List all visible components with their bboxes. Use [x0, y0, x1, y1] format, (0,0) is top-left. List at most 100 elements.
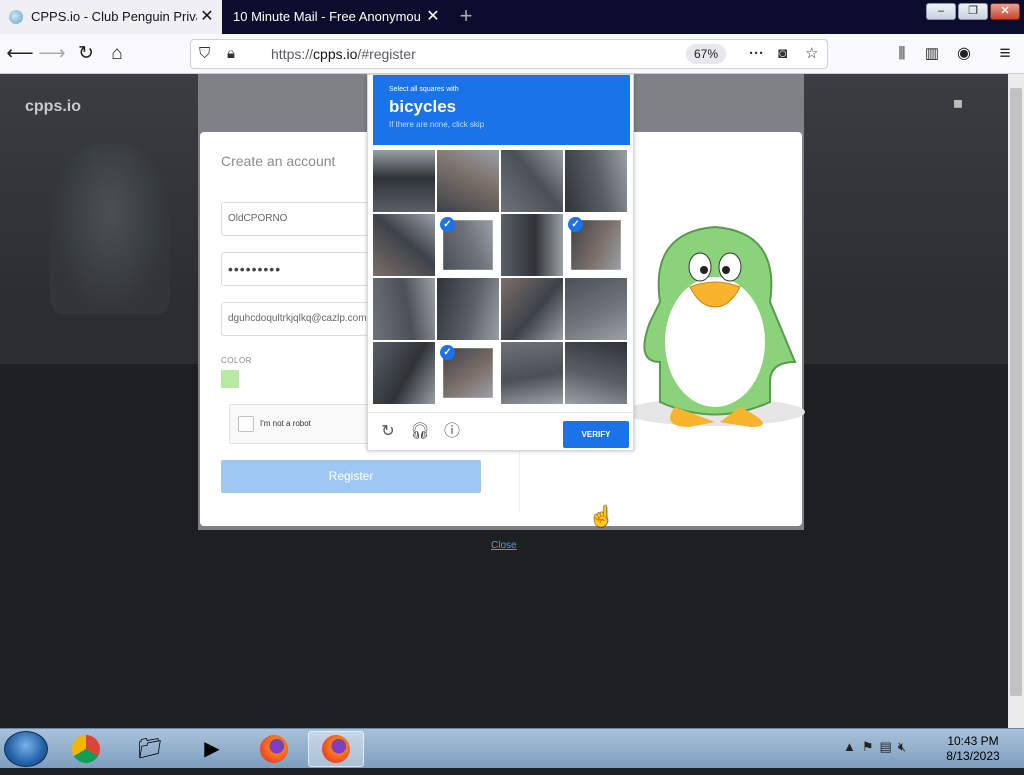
- site-logo[interactable]: cpps.io: [25, 98, 81, 116]
- captcha-tile-image: [437, 150, 499, 212]
- discord-icon[interactable]: ◼: [953, 96, 963, 110]
- volume-muted-icon[interactable]: 🔇︎: [898, 739, 912, 754]
- password-field[interactable]: •••••••••: [221, 252, 371, 286]
- captcha-tile[interactable]: [373, 278, 435, 340]
- captcha-tile[interactable]: [437, 278, 499, 340]
- scrollbar-thumb[interactable]: [1010, 88, 1022, 696]
- audio-icon[interactable]: 🎧︎: [409, 421, 431, 443]
- home-icon[interactable]: ⌂: [103, 40, 131, 68]
- forward-icon[interactable]: ⟶: [38, 40, 66, 68]
- reload-icon[interactable]: ↻: [72, 40, 100, 68]
- zoom-level-badge[interactable]: 67%: [686, 44, 726, 64]
- checkmark-icon: ✓: [440, 345, 455, 360]
- captcha-tile[interactable]: [501, 278, 563, 340]
- username-field[interactable]: OldCPORNO: [221, 202, 371, 236]
- cpps-favicon-icon: [9, 10, 23, 24]
- register-title: Create an account: [221, 153, 336, 169]
- bookmark-star-icon[interactable]: ☆: [805, 40, 818, 68]
- page-scrollbar[interactable]: [1008, 74, 1024, 728]
- close-window-button[interactable]: ✕: [990, 3, 1020, 20]
- url-text: https://cpps.io/#register: [271, 46, 416, 62]
- captcha-tile-image: [501, 214, 563, 276]
- sidebar-icon[interactable]: ▥: [918, 40, 946, 68]
- tab-title: 10 Minute Mail - Free Anonymous: [233, 9, 421, 24]
- captcha-tile-image: [565, 342, 627, 404]
- captcha-tile-image: [373, 214, 435, 276]
- captcha-instruction: Select all squares with: [389, 86, 459, 93]
- recaptcha-checkbox[interactable]: [238, 416, 254, 432]
- back-icon[interactable]: ⟵: [6, 40, 34, 68]
- action-center-icon[interactable]: ⚑: [862, 739, 880, 754]
- captcha-tile[interactable]: [565, 150, 627, 212]
- captcha-tile[interactable]: [565, 342, 627, 404]
- url-bar[interactable]: ⛉ 🔒︎ https://cpps.io/#register 67% ··· ◙…: [190, 39, 828, 69]
- captcha-tile[interactable]: [373, 342, 435, 404]
- new-tab-icon[interactable]: +: [452, 0, 480, 34]
- captcha-tile[interactable]: [373, 214, 435, 276]
- captcha-grid: ✓ ✓ ✓: [373, 150, 629, 406]
- captcha-tile-image: [437, 278, 499, 340]
- network-icon[interactable]: ▤: [880, 739, 898, 754]
- captcha-tile-image: [373, 150, 435, 212]
- captcha-tile[interactable]: [373, 150, 435, 212]
- tab-close-icon[interactable]: ✕: [424, 0, 442, 34]
- tab-10minutemail[interactable]: 10 Minute Mail - Free Anonymous ✕: [224, 0, 450, 34]
- maximize-button[interactable]: ❐: [958, 3, 988, 20]
- captcha-tile-image: [501, 342, 563, 404]
- media-player-icon[interactable]: ▶: [184, 731, 240, 767]
- windows-taskbar: 📁︎ ▶ ▲⚑▤🔇︎ 10:43 PM 8/13/2023: [0, 728, 1024, 768]
- chrome-icon[interactable]: [58, 731, 114, 767]
- page-viewport: cpps.io ◼ Create an account OldCPORNO ••…: [0, 74, 1008, 728]
- captcha-tile[interactable]: ✓: [437, 214, 499, 276]
- tray-expand-icon[interactable]: ▲: [843, 739, 862, 754]
- account-icon[interactable]: ◉: [950, 40, 978, 68]
- verify-button[interactable]: VERIFY: [563, 421, 629, 448]
- hcaptcha-challenge: Select all squares with bicycles If ther…: [367, 74, 635, 451]
- close-link[interactable]: Close: [491, 540, 517, 551]
- shield-icon[interactable]: ⛉: [199, 40, 210, 68]
- captcha-tile-image: [501, 150, 563, 212]
- info-icon[interactable]: ⓘ: [441, 421, 463, 443]
- tab-cpps[interactable]: CPPS.io - Club Penguin Private ✕: [0, 0, 222, 34]
- captcha-tile[interactable]: ✓: [565, 214, 627, 276]
- recaptcha-widget[interactable]: I'm not a robot: [229, 404, 369, 444]
- captcha-tile-image: [501, 278, 563, 340]
- minimize-button[interactable]: –: [926, 3, 956, 20]
- clock-time: 10:43 PM: [947, 734, 999, 748]
- system-tray[interactable]: ▲⚑▤🔇︎: [843, 739, 912, 755]
- captcha-tile[interactable]: [437, 150, 499, 212]
- email-field[interactable]: dguhcdoqultrkjqlkq@cazlp.com: [221, 302, 371, 336]
- menu-icon[interactable]: ≡: [991, 40, 1019, 68]
- captcha-target: bicycles: [389, 97, 457, 116]
- firefox-icon[interactable]: [308, 731, 364, 767]
- captcha-tile-image: [373, 342, 435, 404]
- register-button[interactable]: Register: [221, 460, 481, 493]
- background-tree: [50, 144, 170, 314]
- reload-icon[interactable]: ↻: [377, 421, 399, 443]
- tab-close-icon[interactable]: ✕: [198, 0, 216, 34]
- penguin-illustration: [625, 225, 805, 427]
- captcha-tile[interactable]: ✓: [437, 342, 499, 404]
- system-clock[interactable]: 10:43 PM 8/13/2023: [938, 734, 1008, 764]
- checkmark-icon: ✓: [568, 217, 583, 232]
- captcha-tile[interactable]: [501, 342, 563, 404]
- browser-window: CPPS.io - Club Penguin Private ✕ 10 Minu…: [0, 0, 1024, 728]
- captcha-skip-hint: If there are none, click skip: [389, 120, 485, 129]
- explorer-icon[interactable]: 📁︎: [122, 731, 178, 767]
- captcha-tile-image: [373, 278, 435, 340]
- color-swatch[interactable]: [221, 370, 239, 388]
- mouse-cursor-icon: ☝: [589, 506, 614, 528]
- captcha-tile-image: [565, 150, 627, 212]
- firefox-icon[interactable]: [246, 731, 302, 767]
- captcha-tile[interactable]: [501, 214, 563, 276]
- checkmark-icon: ✓: [440, 217, 455, 232]
- recaptcha-label: I'm not a robot: [260, 419, 311, 428]
- clock-date: 8/13/2023: [946, 749, 1000, 763]
- page-actions-icon[interactable]: ···: [749, 40, 764, 68]
- lock-icon[interactable]: 🔒︎: [227, 40, 235, 68]
- captcha-tile[interactable]: [501, 150, 563, 212]
- library-icon[interactable]: ⫼: [888, 40, 916, 68]
- captcha-tile[interactable]: [565, 278, 627, 340]
- pocket-icon[interactable]: ◙: [778, 40, 787, 68]
- start-button[interactable]: [4, 731, 48, 767]
